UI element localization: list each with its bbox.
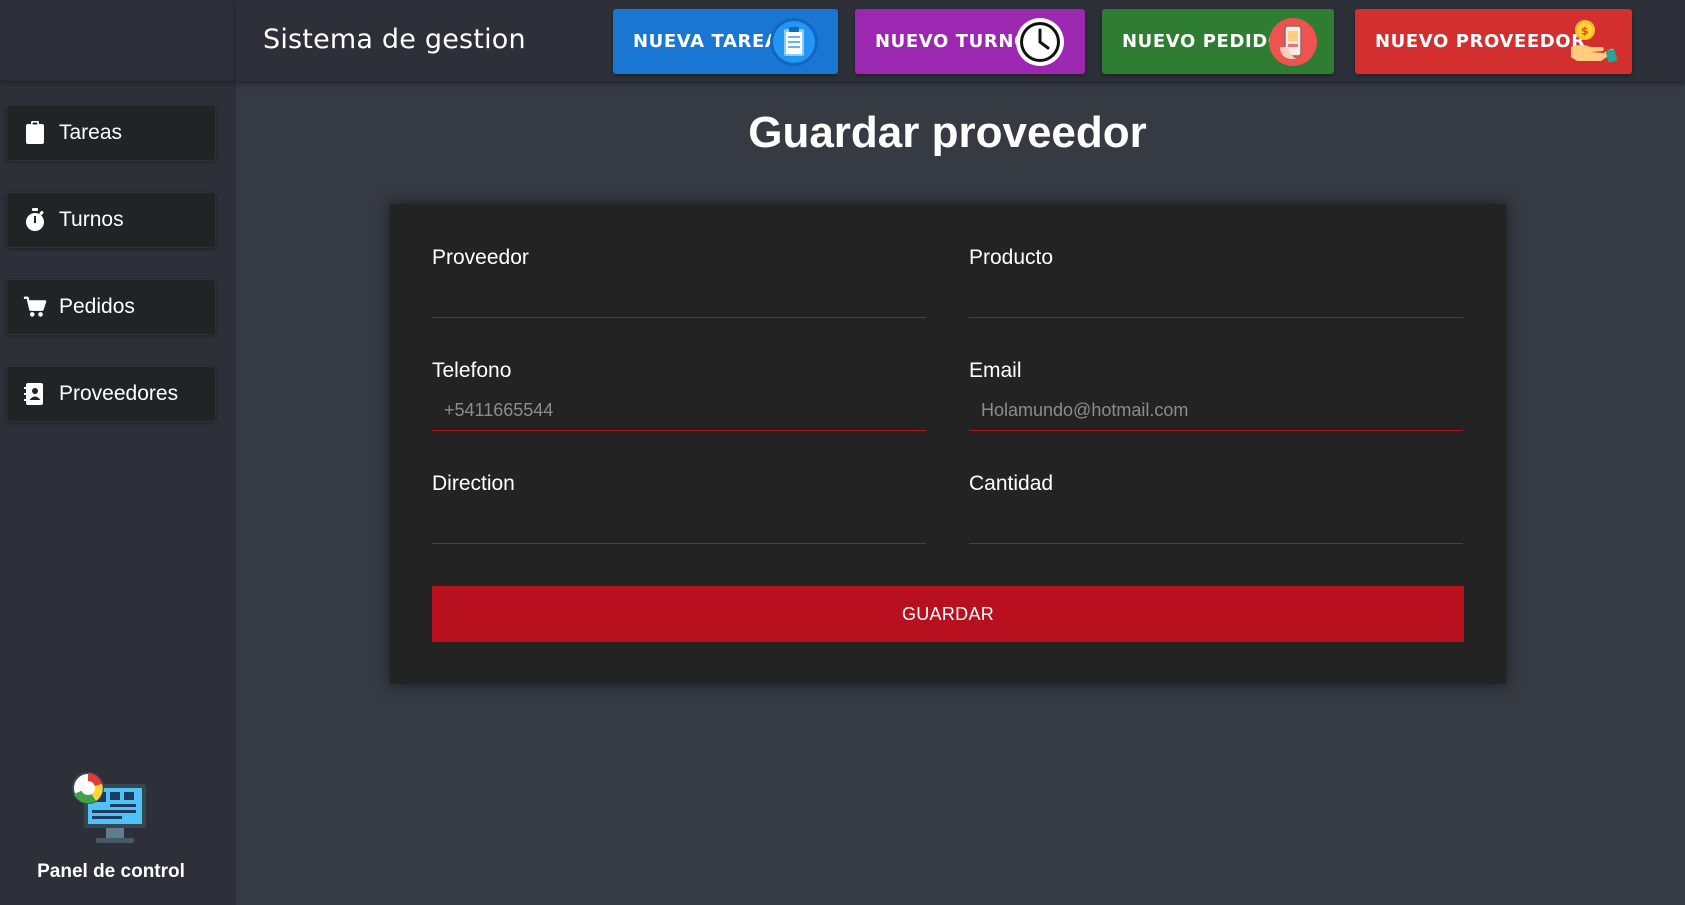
proveedor-field-group: Proveedor [432, 246, 926, 318]
app-title: Sistema de gestion [263, 24, 526, 55]
button-label: NUEVO PROVEEDOR [1375, 31, 1586, 52]
button-label: NUEVO TURNO [875, 31, 1030, 52]
stopwatch-icon [23, 208, 47, 232]
email-label: Email [969, 359, 1022, 382]
cart-icon [23, 295, 47, 319]
sidebar-item-label: Turnos [59, 208, 124, 231]
sidebar-header [0, 0, 236, 81]
money-hand-icon: $ [1567, 17, 1617, 67]
control-panel-link[interactable]: Panel de control [0, 770, 222, 883]
telefono-input[interactable] [432, 391, 926, 431]
clock-icon [1015, 17, 1065, 67]
email-field-group: Email [969, 359, 1463, 431]
guardar-button[interactable]: GUARDAR [432, 586, 1464, 642]
sidebar-item-tareas[interactable]: Tareas [6, 105, 216, 161]
sidebar-item-label: Tareas [59, 121, 123, 144]
producto-field-group: Producto [969, 246, 1463, 318]
sidebar-item-proveedores[interactable]: Proveedores [6, 366, 216, 422]
nuevo-proveedor-button[interactable]: NUEVO PROVEEDOR $ [1355, 9, 1632, 74]
proveedor-label: Proveedor [432, 246, 529, 269]
direction-label: Direction [432, 472, 515, 495]
nueva-tarea-button[interactable]: NUEVA TAREA [613, 9, 838, 74]
contact-book-icon [23, 382, 47, 406]
nuevo-turno-button[interactable]: NUEVO TURNO [855, 9, 1085, 74]
direction-input[interactable] [432, 504, 926, 544]
cantidad-input[interactable] [969, 504, 1463, 544]
sidebar-item-pedidos[interactable]: Pedidos [6, 279, 216, 335]
sidebar-item-turnos[interactable]: Turnos [6, 192, 216, 248]
button-label: NUEVA TAREA [633, 31, 780, 52]
telefono-label: Telefono [432, 359, 512, 382]
control-panel-label: Panel de control [37, 861, 185, 882]
phone-order-icon [1268, 17, 1318, 67]
sidebar-item-label: Proveedores [59, 382, 179, 405]
top-bar: Sistema de gestion NUEVA TAREA NUEVO TUR… [236, 0, 1685, 81]
sidebar: Tareas Turnos Pedidos Proveedores Panel … [0, 0, 236, 905]
sidebar-item-label: Pedidos [59, 295, 135, 318]
producto-input[interactable] [969, 278, 1463, 318]
clipboard-icon [769, 17, 819, 67]
page-title: Guardar proveedor [748, 108, 1147, 157]
computer-dashboard-icon [70, 772, 152, 856]
cantidad-field-group: Cantidad [969, 472, 1463, 544]
email-input[interactable] [969, 391, 1463, 431]
supplier-form: Proveedor Producto Telefono Email Direct… [390, 204, 1506, 684]
proveedor-input[interactable] [432, 278, 926, 318]
button-label: NUEVO PEDIDO [1122, 31, 1284, 52]
clipboard-icon [23, 121, 47, 145]
nuevo-pedido-button[interactable]: NUEVO PEDIDO [1102, 9, 1334, 74]
telefono-field-group: Telefono [432, 359, 926, 431]
svg-text:$: $ [1581, 25, 1589, 38]
cantidad-label: Cantidad [969, 472, 1054, 495]
direction-field-group: Direction [432, 472, 926, 544]
producto-label: Producto [969, 246, 1054, 269]
